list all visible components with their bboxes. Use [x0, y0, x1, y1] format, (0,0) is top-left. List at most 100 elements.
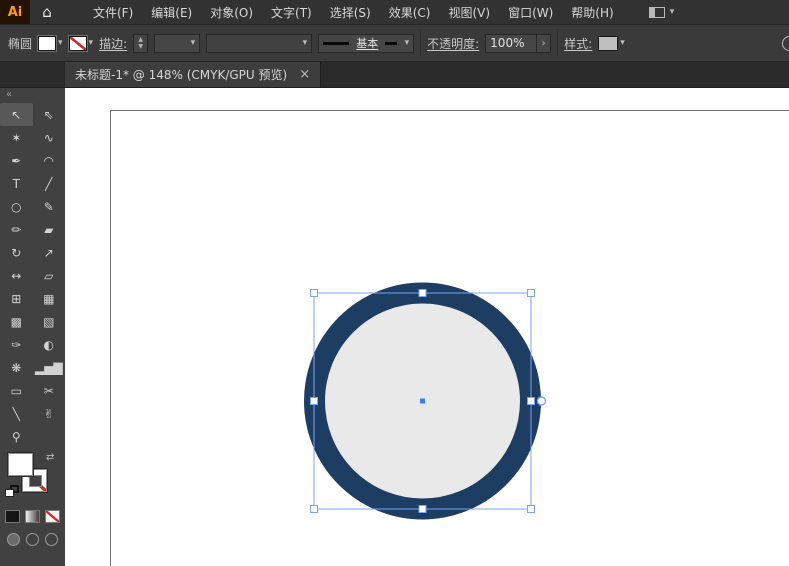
control-bar-overflow-icon[interactable] — [782, 36, 789, 51]
opacity-panel-link[interactable]: 不透明度: — [427, 35, 479, 52]
eraser-tool[interactable]: ▰ — [33, 218, 66, 241]
free-transform-tool-icon: ▱ — [44, 268, 54, 283]
column-graph-tool[interactable]: ▂▅▇ — [33, 356, 66, 379]
handle-bottom-center[interactable] — [418, 505, 427, 513]
handle-middle-right[interactable] — [527, 397, 535, 405]
magic-wand-tool-icon: ✶ — [11, 130, 22, 145]
scale-tool[interactable]: ↗ — [33, 241, 66, 264]
menu-object[interactable]: 对象(O) — [201, 0, 262, 24]
stepper-up-icon: ▲ — [138, 35, 143, 43]
handle-top-right[interactable] — [527, 289, 535, 297]
default-fill-stroke-icon[interactable] — [5, 485, 21, 499]
menu-help[interactable]: 帮助(H) — [562, 0, 622, 24]
ellipse-tool-icon: ○ — [11, 199, 22, 214]
line-segment-tool[interactable]: ╱ — [33, 172, 66, 195]
brush-definition-combo[interactable]: ▾ — [206, 33, 313, 53]
color-button[interactable] — [5, 510, 20, 523]
canvas[interactable] — [65, 88, 789, 566]
lasso-tool[interactable]: ∿ — [33, 126, 66, 149]
width-tool-icon: ↔ — [11, 268, 22, 283]
stroke-weight-stepper[interactable]: ▲ ▼ — [133, 33, 149, 53]
shape-builder-tool[interactable]: ⊞ — [0, 287, 33, 310]
curvature-tool[interactable]: ◠ — [33, 149, 66, 172]
panel-arrow-icon: › — [541, 37, 546, 49]
stroke-panel-link[interactable]: 描边: — [99, 35, 127, 52]
opacity-flyout-button[interactable]: › — [537, 33, 552, 53]
divider — [557, 30, 559, 56]
pen-tool[interactable]: ✒ — [0, 149, 33, 172]
menu-select[interactable]: 选择(S) — [321, 0, 380, 24]
menu-effect[interactable]: 效果(C) — [380, 0, 440, 24]
symbol-sprayer-tool-icon: ❋ — [11, 360, 22, 375]
collapse-panel-icon[interactable]: « — [0, 88, 65, 103]
menu-window[interactable]: 窗口(W) — [499, 0, 562, 24]
handle-middle-left[interactable] — [310, 397, 318, 405]
selection-tool[interactable]: ↖ — [0, 103, 33, 126]
artboard-tool-icon: ▭ — [10, 383, 22, 398]
close-icon[interactable]: × — [299, 68, 310, 81]
draw-behind-button[interactable] — [26, 533, 39, 546]
chevron-down-icon: ▾ — [88, 38, 94, 48]
draw-inside-button[interactable] — [45, 533, 58, 546]
document-tab[interactable]: 未标题-1* @ 148% (CMYK/GPU 预览) × — [65, 62, 322, 87]
style-panel-link[interactable]: 样式: — [564, 35, 592, 52]
handle-bottom-right[interactable] — [527, 505, 535, 513]
menu-items: 文件(F) 编辑(E) 对象(O) 文字(T) 选择(S) 效果(C) 视图(V) 窗口(W)… — [84, 0, 623, 24]
default-fill-chip — [5, 489, 14, 497]
stroke-color-dropdown[interactable]: ▾ — [68, 35, 94, 51]
artwork-overlay — [304, 282, 547, 520]
type-tool[interactable]: T — [0, 172, 33, 195]
hand-tool[interactable]: ✌ — [33, 402, 66, 425]
width-tool[interactable]: ↔ — [0, 264, 33, 287]
gradient-button[interactable] — [25, 510, 40, 523]
menu-view[interactable]: 视图(V) — [439, 0, 499, 24]
pencil-tool[interactable]: ✏ — [0, 218, 33, 241]
tools-panel: « ↖ ⇖ ✶ ∿ ✒ ◠ T ╱ ○ ✎ ✏ ▰ ↻ ↗ ↔ ▱ ⊞ ▦ ▩ ▧ ✑ ◐ ❋ ▂▅▇ ▭ ✂ ╲ ✌ ⚲ ⇄ — [0, 88, 65, 566]
mesh-tool[interactable]: ▩ — [0, 310, 33, 333]
graphic-style-dropdown[interactable]: ▾ — [598, 35, 625, 51]
workspace-switcher[interactable]: ▾ — [648, 6, 675, 18]
column-graph-tool-icon: ▂▅▇ — [34, 360, 63, 375]
fill-indicator[interactable] — [8, 453, 33, 476]
free-transform-tool[interactable]: ▱ — [33, 264, 66, 287]
stroke-weight-combo[interactable]: ▾ — [154, 33, 201, 53]
handle-bottom-left[interactable] — [310, 505, 318, 513]
blend-tool[interactable]: ◐ — [33, 333, 66, 356]
swap-fill-stroke-icon[interactable]: ⇄ — [46, 452, 54, 463]
line-segment-tool-icon: ╱ — [45, 176, 53, 191]
menu-edit[interactable]: 编辑(E) — [142, 0, 201, 24]
gradient-tool[interactable]: ▧ — [33, 310, 66, 333]
magic-wand-tool[interactable]: ✶ — [0, 126, 33, 149]
document-tab-title: 未标题-1* @ 148% (CMYK/GPU 预览) — [75, 68, 288, 82]
direct-selection-tool[interactable]: ⇖ — [33, 103, 66, 126]
home-icon[interactable]: ⌂ — [30, 0, 64, 24]
fill-color-dropdown[interactable]: ▾ — [38, 35, 63, 51]
divider — [420, 30, 422, 56]
chevron-down-icon: ▾ — [669, 7, 675, 17]
paintbrush-tool[interactable]: ✎ — [33, 195, 66, 218]
stroke-profile-combo[interactable]: 基本 ▾ — [318, 33, 415, 53]
symbol-sprayer-tool[interactable]: ❋ — [0, 356, 33, 379]
chevron-down-icon: ▾ — [302, 38, 308, 48]
ellipse-tool[interactable]: ○ — [0, 195, 33, 218]
selection-center-point[interactable] — [420, 398, 425, 404]
artboard-tool[interactable]: ▭ — [0, 379, 33, 402]
none-button[interactable] — [45, 510, 60, 523]
handle-top-center[interactable] — [418, 289, 427, 297]
fill-stroke-indicator: ⇄ — [0, 452, 65, 502]
opacity-field[interactable]: 100% — [485, 33, 538, 53]
knife-tool-icon: ╲ — [12, 406, 20, 421]
rotate-tool[interactable]: ↻ — [0, 241, 33, 264]
eyedropper-tool[interactable]: ✑ — [0, 333, 33, 356]
live-shape-widget[interactable] — [536, 396, 547, 406]
zoom-tool[interactable]: ⚲ — [0, 425, 33, 448]
menu-type[interactable]: 文字(T) — [262, 0, 321, 24]
knife-tool[interactable]: ╲ — [0, 402, 33, 425]
draw-normal-button[interactable] — [7, 533, 20, 546]
selection-tool-icon: ↖ — [11, 107, 22, 122]
menu-bar: Ai ⌂ 文件(F) 编辑(E) 对象(O) 文字(T) 选择(S) 效果(C) 视图(V)… — [0, 0, 789, 24]
perspective-grid-tool[interactable]: ▦ — [33, 287, 66, 310]
menu-file[interactable]: 文件(F) — [84, 0, 142, 24]
slice-tool[interactable]: ✂ — [33, 379, 66, 402]
handle-top-left[interactable] — [310, 289, 318, 297]
